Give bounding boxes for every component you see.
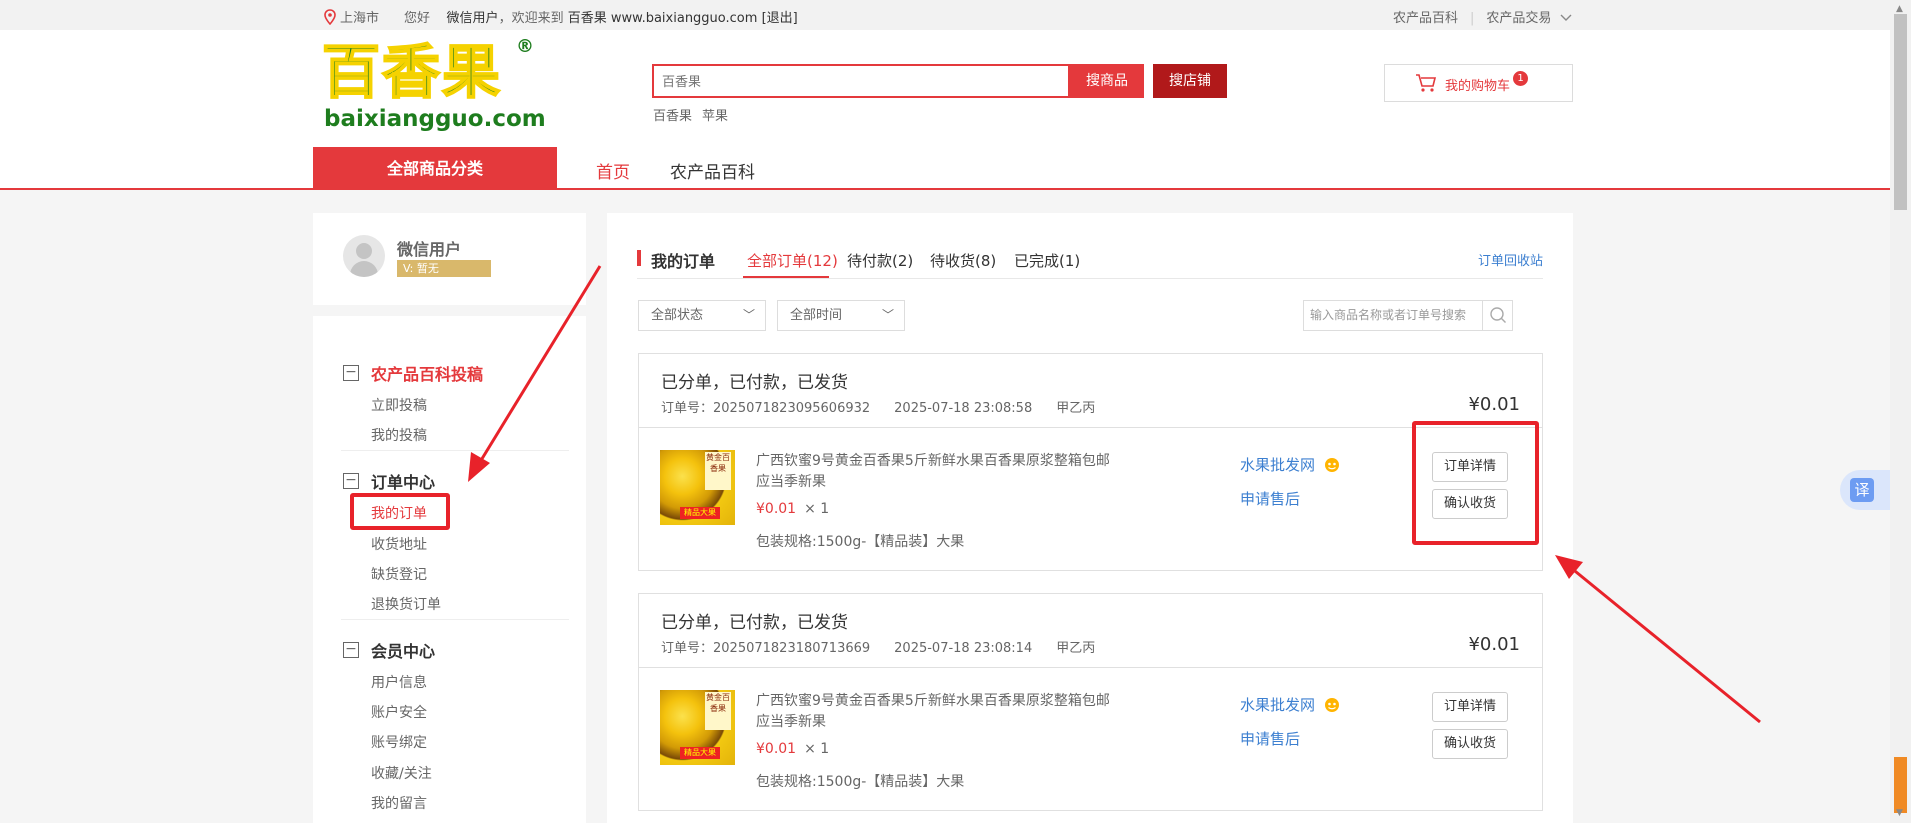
scroll-down-arrow-icon[interactable]: ▼ [1896,808,1903,818]
scrollbar-thumb[interactable] [1894,14,1907,210]
scroll-up-arrow-icon[interactable]: ▲ [1896,4,1903,14]
arrow-to-order-actions [1555,555,1761,724]
annotation-arrows [468,265,1761,724]
translate-icon: 译 [1850,478,1874,502]
page-scrollbar[interactable]: ▲ ▼ [1890,0,1911,823]
arrow-to-my-orders [468,265,602,482]
scroll-marker [1894,757,1907,813]
app-root: 上海市 您好 微信用户，欢迎来到 百香果 www.baixiangguo.com… [0,0,1911,823]
translate-widget[interactable]: 译 [1840,470,1890,510]
